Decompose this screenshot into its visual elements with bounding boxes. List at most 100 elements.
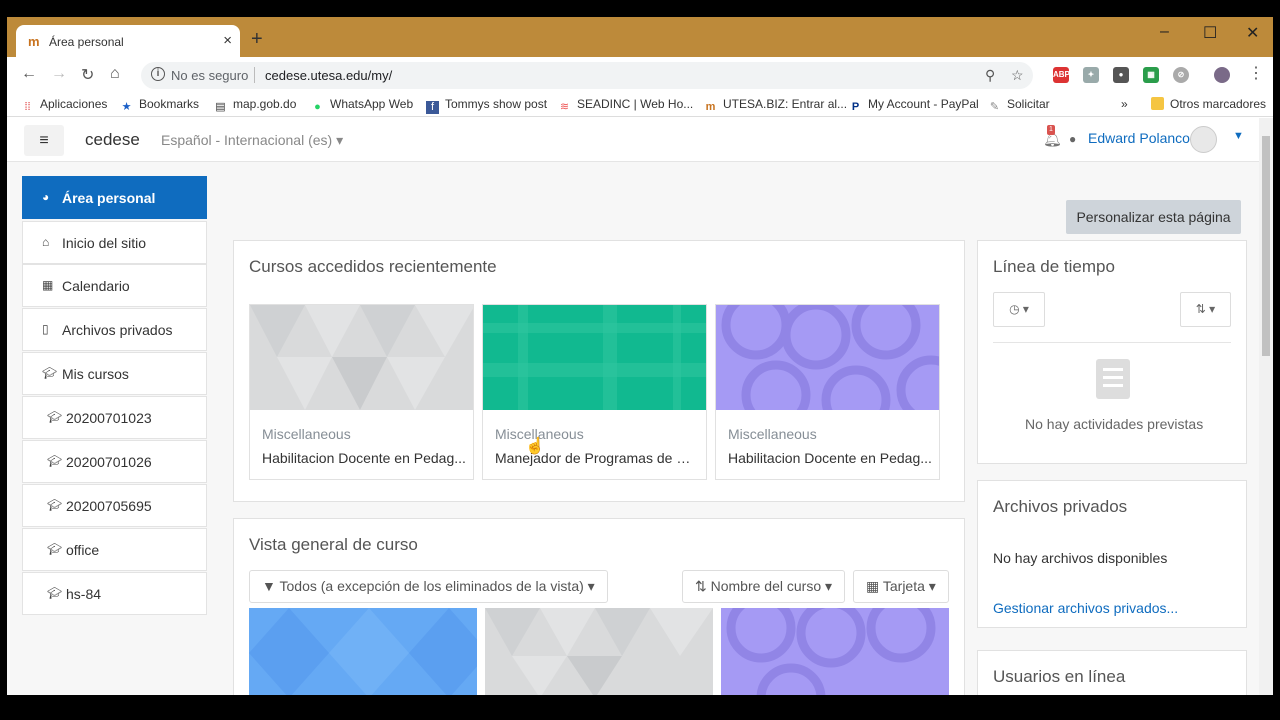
site-brand[interactable]: cedese	[85, 130, 140, 150]
sidebar-item-calendar[interactable]: ▦ Calendario	[22, 264, 207, 307]
timeline-empty-text: No hay actividades previstas	[1025, 416, 1204, 432]
browser-window: m Área personal × + – ☐ ✕ ← → ↻ ⌂ i No e…	[7, 17, 1273, 695]
view-dropdown[interactable]: ▦ Tarjeta ▾	[853, 570, 949, 603]
adblock-icon[interactable]: ABP	[1053, 67, 1070, 83]
tab-close-icon[interactable]: ×	[223, 32, 232, 49]
dashboard-icon: ◕	[42, 190, 50, 204]
bookmark-mapgob[interactable]: ▤ map.gob.do	[214, 97, 296, 114]
user-menu-caret-icon[interactable]: ▼	[1233, 130, 1244, 142]
browser-tab[interactable]: m Área personal ×	[16, 25, 240, 58]
bookmark-label: Tommys show post	[445, 97, 548, 111]
bookmark-label: Solicitar	[1007, 97, 1050, 111]
maximize-button[interactable]: ☐	[1203, 23, 1217, 43]
sidebar-item-course[interactable]: 🎓︎ 20200701023	[22, 396, 207, 439]
sidebar-item-course[interactable]: 🎓︎ hs-84	[22, 572, 207, 615]
timeline-filter-dropdown[interactable]: ◷ ▾	[993, 292, 1045, 327]
sidebar-item-course[interactable]: 🎓︎ 20200701026	[22, 440, 207, 483]
language-selector[interactable]: Español - Internacional (es) ▾	[161, 132, 343, 149]
private-files-block: Archivos privados No hay archivos dispon…	[977, 480, 1247, 628]
url-text[interactable]: cedese.utesa.edu/my/	[265, 68, 392, 83]
bookmarks-bar: ⁞⁞ Aplicaciones ★ Bookmarks ▤ map.gob.do ● W…	[7, 93, 1273, 117]
course-category: Miscellaneous	[728, 426, 817, 442]
address-bar[interactable]: i No es seguro cedese.utesa.edu/my/ ⚲ ☆	[141, 62, 1033, 89]
course-card[interactable]: Miscellaneous Manejador de Programas de …	[482, 304, 707, 480]
forward-icon[interactable]: →	[51, 65, 67, 83]
file-icon: ▯	[42, 322, 49, 336]
online-users-block: Usuarios en línea	[977, 650, 1247, 695]
graduation-cap-icon: 🎓︎	[47, 498, 63, 512]
graduation-cap-icon: 🎓︎	[47, 542, 63, 556]
pen-icon: ✎	[989, 101, 1000, 113]
course-filter-dropdown[interactable]: ▼ Todos (a excepción de los eliminados d…	[249, 570, 608, 603]
sidebar-item-private-files[interactable]: ▯ Archivos privados	[22, 308, 207, 351]
hamburger-menu-button[interactable]: ≡	[24, 125, 64, 156]
bookmarks-more[interactable]: »	[1121, 97, 1128, 111]
zoom-icon[interactable]: ⚲	[985, 67, 995, 84]
timeline-block: Línea de tiempo ◷ ▾ ⇅ ▾ No hay actividad…	[977, 240, 1247, 464]
grid-icon: ▦	[866, 578, 880, 594]
course-card[interactable]: Miscellaneous Habilitacion Docente en Pe…	[249, 304, 474, 480]
bookmark-bookmarks[interactable]: ★ Bookmarks	[120, 97, 199, 114]
list-icon	[1096, 359, 1130, 399]
course-image[interactable]	[250, 305, 473, 410]
minimize-button[interactable]: –	[1160, 23, 1169, 41]
sidebar-item-label: Área personal	[62, 190, 156, 206]
reload-icon[interactable]: ↻	[81, 65, 94, 85]
sheets-icon[interactable]: ▦	[1143, 67, 1159, 83]
new-tab-button[interactable]: +	[251, 29, 263, 49]
speed-icon[interactable]: ⊘	[1173, 67, 1189, 83]
tab-title: Área personal	[49, 35, 124, 49]
sidebar-item-site-home[interactable]: ⌂ Inicio del sitio	[22, 221, 207, 264]
bookmark-label: My Account - PayPal	[868, 97, 979, 111]
course-card-image[interactable]	[721, 593, 949, 695]
sidebar-item-dashboard[interactable]: ◕ Área personal	[22, 176, 207, 219]
block-title: Línea de tiempo	[993, 257, 1115, 276]
bookmark-paypal[interactable]: P My Account - PayPal	[849, 97, 979, 114]
profile-avatar[interactable]	[1214, 67, 1230, 83]
graduation-cap-icon: 🎓︎	[47, 454, 63, 468]
bookmark-utesa[interactable]: m UTESA.BIZ: Entrar al...	[704, 97, 847, 114]
star-icon: ★	[121, 101, 132, 113]
course-name[interactable]: Habilitacion Docente en Pedag...	[262, 450, 467, 466]
bookmark-label: Bookmarks	[139, 97, 200, 111]
scrollbar-thumb[interactable]	[1262, 136, 1270, 356]
close-window-button[interactable]: ✕	[1246, 23, 1259, 43]
back-icon[interactable]: ←	[21, 65, 37, 83]
dropbox-icon[interactable]: ✦	[1083, 67, 1099, 83]
menu-dots-icon[interactable]: ⋮	[1248, 63, 1264, 83]
avatar[interactable]	[1190, 126, 1217, 153]
language-label: Español - Internacional (es)	[161, 132, 333, 148]
course-pattern	[485, 608, 713, 695]
course-name[interactable]: Habilitacion Docente en Pedag...	[728, 450, 933, 466]
extension-icon[interactable]: ●	[1113, 67, 1129, 83]
chat-icon[interactable]: ●	[1069, 132, 1076, 146]
bookmark-tommys[interactable]: f Tommys show post	[426, 97, 547, 114]
user-name[interactable]: Edward Polanco	[1088, 130, 1190, 146]
sort-dropdown[interactable]: ⇅ Nombre del curso ▾	[682, 570, 846, 603]
bookmark-whatsapp[interactable]: ● WhatsApp Web	[311, 97, 413, 114]
manage-private-files-link[interactable]: Gestionar archivos privados...	[993, 600, 1178, 616]
course-pattern	[726, 593, 936, 695]
bookmark-solicitar[interactable]: ✎ Solicitar	[988, 97, 1050, 114]
bookmark-seadinc[interactable]: ≋ SEADINC | Web Ho...	[558, 97, 693, 114]
info-icon[interactable]: i	[151, 67, 165, 81]
sidebar-item-course[interactable]: 🎓︎ office	[22, 528, 207, 571]
course-image[interactable]	[716, 305, 939, 435]
timeline-sort-dropdown[interactable]: ⇅ ▾	[1180, 292, 1231, 327]
divider	[993, 342, 1231, 343]
sidebar-item-my-courses[interactable]: 🎓︎ Mis cursos	[22, 352, 207, 395]
star-icon[interactable]: ☆	[1011, 67, 1024, 84]
home-icon[interactable]: ⌂	[110, 65, 120, 83]
site-navbar: ≡ cedese Español - Internacional (es) ▾ …	[7, 118, 1259, 162]
bookmark-label: Otros marcadores	[1170, 97, 1267, 111]
course-card[interactable]: Miscellaneous Habilitacion Docente en Pe…	[715, 304, 940, 480]
customize-page-button[interactable]: Personalizar esta página	[1066, 200, 1241, 234]
bookmark-apps[interactable]: ⁞⁞ Aplicaciones	[21, 97, 107, 114]
course-image[interactable]	[483, 305, 706, 410]
vertical-scrollbar[interactable]	[1259, 118, 1273, 695]
browser-toolbar: ← → ↻ ⌂ i No es seguro cedese.utesa.edu/…	[7, 57, 1273, 93]
course-card-image[interactable]	[249, 608, 489, 695]
sidebar-item-course[interactable]: 🎓︎ 20200705695	[22, 484, 207, 527]
course-card-image[interactable]	[485, 608, 713, 695]
other-bookmarks[interactable]: Otros marcadores	[1151, 97, 1266, 111]
